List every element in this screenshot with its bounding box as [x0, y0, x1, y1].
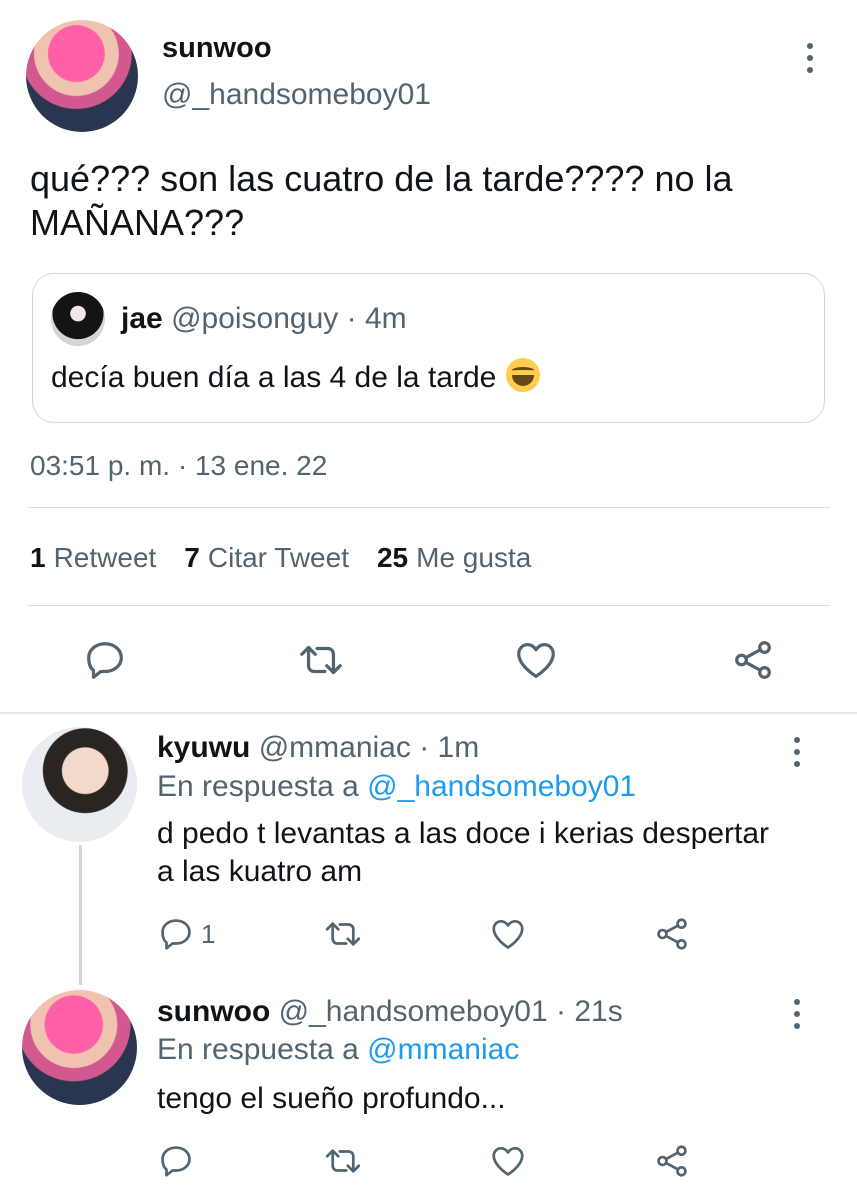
share-button[interactable]: [653, 1142, 691, 1180]
reply-button[interactable]: [157, 1142, 195, 1180]
tweet-timestamp[interactable]: 03:51 p. m. · 13 ene. 22: [30, 450, 327, 482]
share-icon: [735, 641, 771, 679]
like-icon: [517, 643, 555, 678]
reply-icon: [161, 919, 191, 950]
retweets-stat[interactable]: 1 Retweet: [30, 542, 156, 574]
avatar[interactable]: [22, 990, 137, 1105]
tweet-text-line: MAÑANA???: [30, 202, 245, 243]
retweet-icon: [325, 922, 361, 946]
reply-text-line: d pedo t levantas a las doce i kerias de…: [157, 817, 770, 850]
thread-line: [79, 845, 82, 985]
like-button[interactable]: [512, 637, 560, 683]
like-icon: [492, 919, 524, 949]
reply-context: En respuesta a @mmaniac: [157, 1033, 519, 1067]
author-handle[interactable]: @mmaniac: [259, 731, 411, 764]
reply-button[interactable]: 1: [157, 915, 215, 953]
mention-link[interactable]: @mmaniac: [367, 1033, 519, 1066]
tweet-text-line: qué??? son las cuatro de la tarde???? no…: [30, 158, 733, 199]
likes-label: Me gusta: [416, 542, 532, 573]
likes-stat[interactable]: 25 Me gusta: [377, 542, 531, 574]
more-icon[interactable]: [787, 737, 807, 767]
share-icon: [657, 918, 687, 950]
author-name[interactable]: sunwoo: [157, 995, 270, 1028]
retweets-count: 1: [30, 542, 46, 573]
retweet-button[interactable]: [322, 1142, 364, 1180]
main-tweet: sunwoo @_handsomeboy01 qué??? son las cu…: [0, 0, 857, 712]
section-separator: [0, 712, 857, 714]
quote-text-row: decía buen día a las 4 de la tarde: [51, 358, 541, 395]
quotes-label: Citar Tweet: [207, 542, 349, 573]
reply-text: tengo el sueño profundo...: [157, 1080, 506, 1118]
likes-count: 25: [376, 542, 409, 573]
author-name[interactable]: kyuwu: [157, 731, 250, 764]
reply-text: d pedo t levantas a las doce i kerias de…: [157, 815, 769, 891]
retweet-icon: [325, 1149, 361, 1173]
retweet-button[interactable]: [296, 637, 346, 683]
reply-header: sunwoo @_handsomeboy01 · 21s: [157, 995, 623, 1029]
quote-text: decía buen día a las 4 de la tarde: [51, 361, 497, 394]
tweet-text: qué??? son las cuatro de la tarde???? no…: [30, 157, 733, 245]
retweet-button[interactable]: [322, 915, 364, 953]
like-button[interactable]: [488, 1142, 528, 1180]
more-icon[interactable]: [787, 999, 807, 1029]
avatar[interactable]: [26, 20, 138, 132]
quote-header: jae @poisonguy · 4m: [121, 302, 407, 336]
reply-context-label: En respuesta a: [157, 1033, 359, 1066]
reply-count: 1: [201, 918, 216, 949]
divider: [28, 507, 830, 508]
reply-context-label: En respuesta a: [157, 770, 359, 803]
author-handle[interactable]: @_handsomeboy01: [162, 78, 431, 112]
quote-author-handle: @poisonguy: [171, 302, 339, 335]
author-handle[interactable]: @_handsomeboy01: [279, 995, 548, 1028]
reply-time[interactable]: 1m: [438, 731, 480, 764]
quote-avatar: [51, 292, 105, 346]
quotes-stat[interactable]: 7 Citar Tweet: [184, 542, 349, 574]
share-icon: [657, 1145, 687, 1177]
reply-text-line: a las kuatro am: [157, 855, 363, 888]
reply-context: En respuesta a @_handsomeboy01: [157, 770, 636, 804]
like-icon: [492, 1146, 524, 1176]
retweet-icon: [300, 645, 342, 675]
quotes-count: 7: [184, 542, 200, 573]
retweets-label: Retweet: [53, 542, 157, 573]
quote-author-name: jae: [121, 302, 163, 335]
quote-time: 4m: [364, 302, 407, 335]
reply-icon: [87, 642, 123, 679]
like-button[interactable]: [488, 915, 528, 953]
emoji-laughing-icon: [506, 358, 541, 392]
author-name[interactable]: sunwoo: [162, 32, 272, 65]
mention-link[interactable]: @_handsomeboy01: [367, 770, 636, 803]
divider: [28, 605, 830, 606]
share-button[interactable]: [730, 637, 776, 683]
reply-time[interactable]: 21s: [574, 995, 622, 1028]
separator-dot: ·: [346, 302, 357, 335]
reply-button[interactable]: [82, 637, 128, 683]
separator-dot: ·: [556, 995, 566, 1028]
share-button[interactable]: [653, 915, 691, 953]
reply-icon: [161, 1146, 191, 1177]
more-icon[interactable]: [800, 43, 820, 73]
reply-text-line: tengo el sueño profundo...: [157, 1082, 506, 1115]
engagement-stats: 1 Retweet 7 Citar Tweet 25 Me gusta: [30, 542, 531, 574]
avatar[interactable]: [22, 727, 137, 842]
quoted-tweet[interactable]: jae @poisonguy · 4m decía buen día a las…: [32, 273, 825, 423]
separator-dot: ·: [419, 731, 430, 764]
reply-header: kyuwu @mmaniac · 1m: [157, 731, 479, 765]
